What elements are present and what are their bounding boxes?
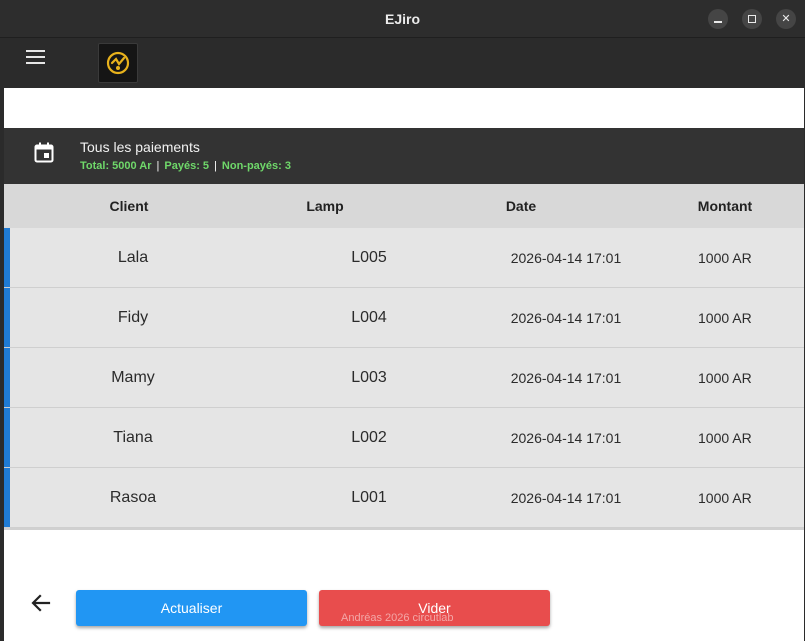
footer-bar: Actualiser Vider Andréas 2026 circutlab — [4, 530, 804, 641]
cell-amount: 1000 AR — [698, 369, 752, 386]
minimize-icon[interactable] — [708, 9, 728, 29]
content-spacer — [4, 88, 804, 128]
cell-client: Tiana — [113, 428, 153, 446]
table-row[interactable]: Lala L005 2026-04-14 17:01 1000 AR — [4, 228, 804, 288]
cell-lamp: L002 — [351, 428, 387, 446]
separator: | — [214, 160, 217, 172]
calendar-icon — [34, 142, 54, 169]
cell-amount: 1000 AR — [698, 309, 752, 326]
summary-title: Tous les paiements — [80, 139, 200, 155]
cell-lamp: L001 — [351, 488, 387, 506]
separator: | — [156, 160, 160, 172]
summary-stats: Total: 5000 Ar | Payés: 5 | Non-payés: 3 — [80, 160, 291, 172]
unpaid-count: Non-payés: 3 — [221, 160, 291, 172]
app-bar — [4, 38, 804, 88]
payments-table: Lala L005 2026-04-14 17:01 1000 AR Fidy … — [4, 228, 804, 530]
app-logo — [98, 43, 138, 83]
cell-date: 2026-04-14 17:01 — [510, 309, 622, 326]
maximize-icon[interactable] — [742, 9, 762, 29]
close-icon[interactable]: ✕ — [776, 9, 796, 29]
paid-count: Payés: 5 — [164, 160, 210, 172]
column-header-client[interactable]: Client — [4, 184, 254, 228]
cell-client: Lala — [117, 248, 149, 266]
cell-client: Fidy — [117, 308, 149, 326]
refresh-button[interactable]: Actualiser — [76, 590, 307, 626]
window-titlebar: EJiro ✕ — [0, 0, 805, 38]
column-header-lamp[interactable]: Lamp — [254, 184, 396, 228]
cell-lamp: L003 — [351, 368, 387, 386]
payments-summary: Tous les paiements Total: 5000 Ar | Payés:… — [4, 128, 804, 184]
cell-client: Rasoa — [109, 488, 157, 506]
column-header-amount[interactable]: Montant — [646, 184, 804, 228]
table-row[interactable]: Fidy L004 2026-04-14 17:01 1000 AR — [4, 288, 804, 348]
table-row[interactable]: Rasoa L001 2026-04-14 17:01 1000 AR — [4, 468, 804, 528]
cell-client: Mamy — [111, 368, 155, 386]
table-header: Client Lamp Date Montant — [4, 184, 804, 228]
cell-amount: 1000 AR — [698, 249, 752, 266]
arrow-left-icon[interactable] — [30, 592, 52, 614]
cell-amount: 1000 AR — [698, 489, 752, 506]
cell-date: 2026-04-14 17:01 — [510, 429, 622, 446]
cell-lamp: L005 — [351, 248, 387, 266]
cell-amount: 1000 AR — [698, 429, 752, 446]
cell-date: 2026-04-14 17:01 — [510, 489, 622, 506]
hamburger-menu-icon[interactable] — [26, 49, 46, 65]
table-row[interactable]: Tiana L002 2026-04-14 17:01 1000 AR — [4, 408, 804, 468]
column-header-date[interactable]: Date — [396, 184, 646, 228]
total-amount: Total: 5000 Ar — [80, 160, 152, 172]
watermark-text: Andréas 2026 circutlab — [341, 612, 454, 624]
cell-lamp: L004 — [351, 308, 387, 326]
window-title: EJiro — [384, 11, 420, 27]
cell-date: 2026-04-14 17:01 — [510, 249, 622, 266]
cell-date: 2026-04-14 17:01 — [510, 369, 622, 386]
table-row[interactable]: Mamy L003 2026-04-14 17:01 1000 AR — [4, 348, 804, 408]
